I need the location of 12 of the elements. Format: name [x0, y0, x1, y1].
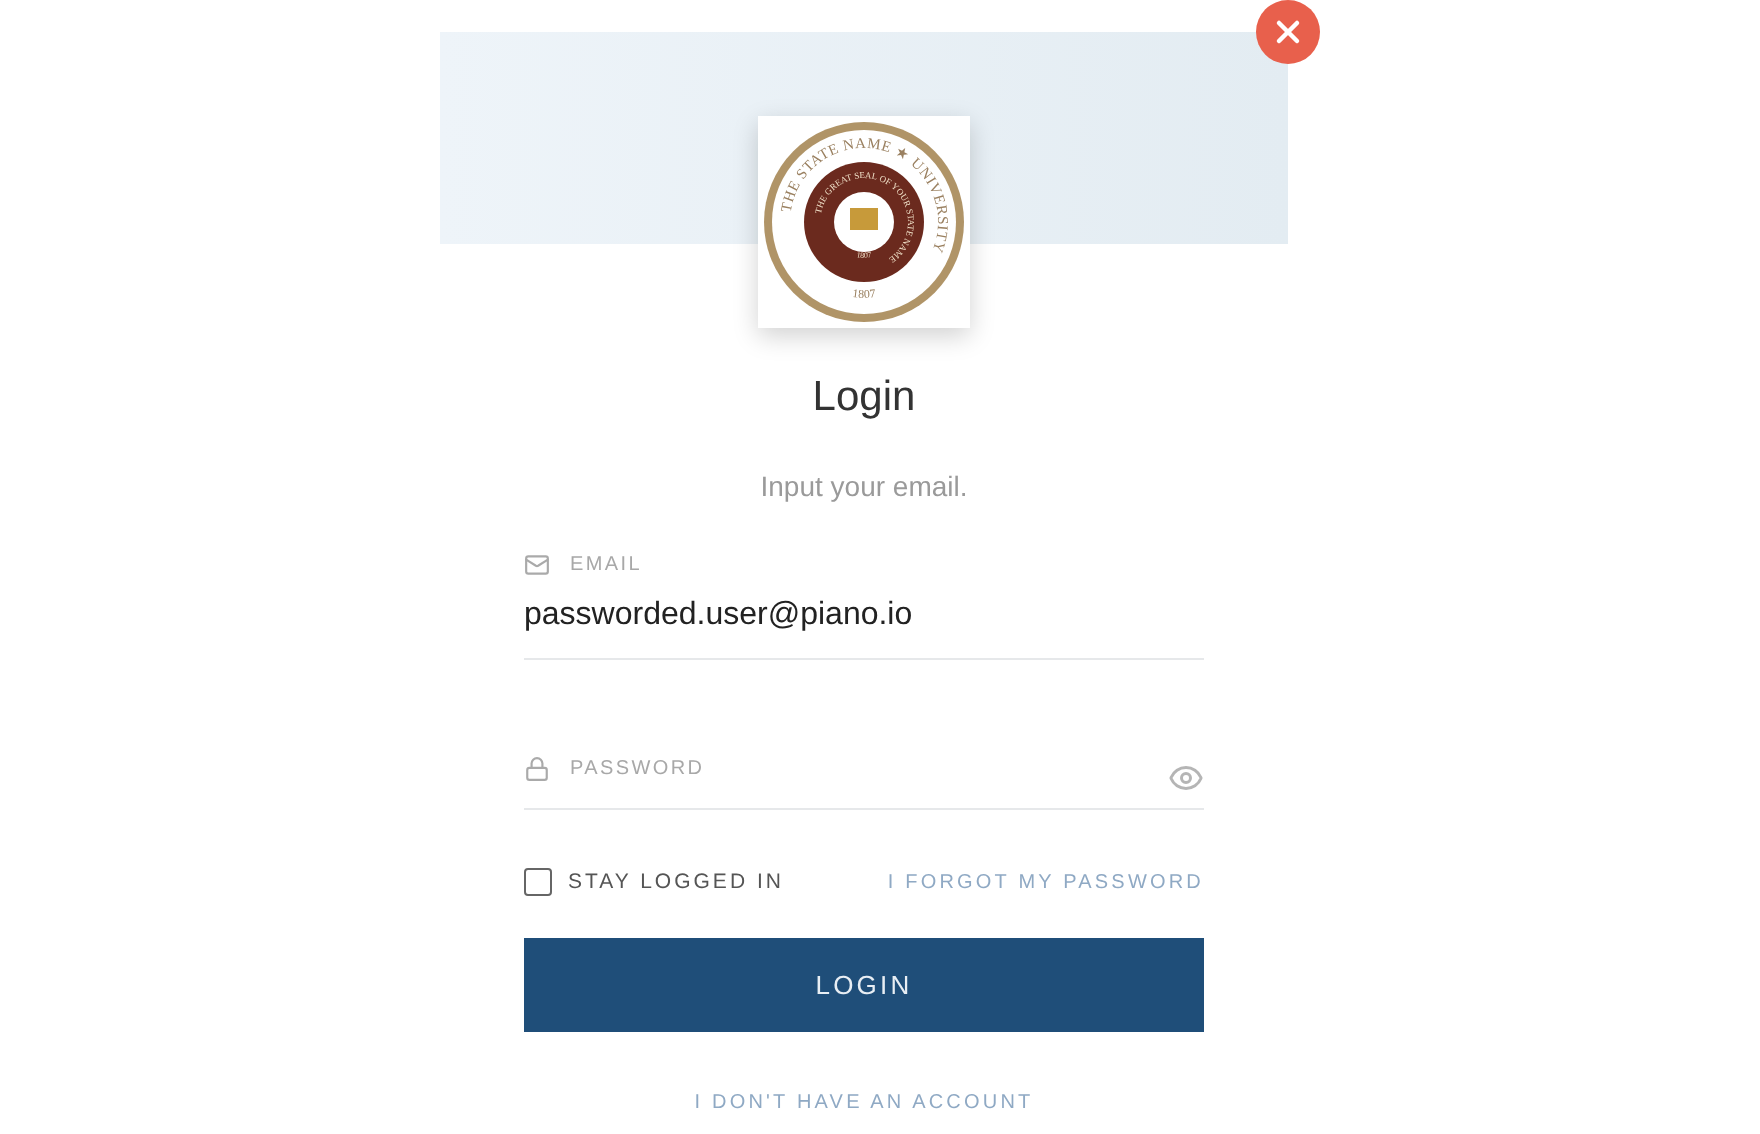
- login-title: Login: [810, 374, 918, 422]
- mail-icon: [524, 552, 550, 578]
- login-button[interactable]: LOGIN: [524, 938, 1204, 1032]
- stay-logged-in-label: STAY LOGGED IN: [568, 870, 784, 894]
- password-label: PASSWORD: [570, 757, 705, 779]
- show-password-icon[interactable]: [1168, 760, 1204, 796]
- email-input[interactable]: passworded.user@piano.io: [524, 598, 1204, 634]
- instruction-text: Input your email.: [758, 470, 970, 502]
- email-label: EMAIL: [570, 554, 643, 576]
- lock-icon: [524, 755, 550, 781]
- stay-logged-in-checkbox[interactable]: [524, 868, 552, 896]
- close-button[interactable]: [1256, 0, 1320, 64]
